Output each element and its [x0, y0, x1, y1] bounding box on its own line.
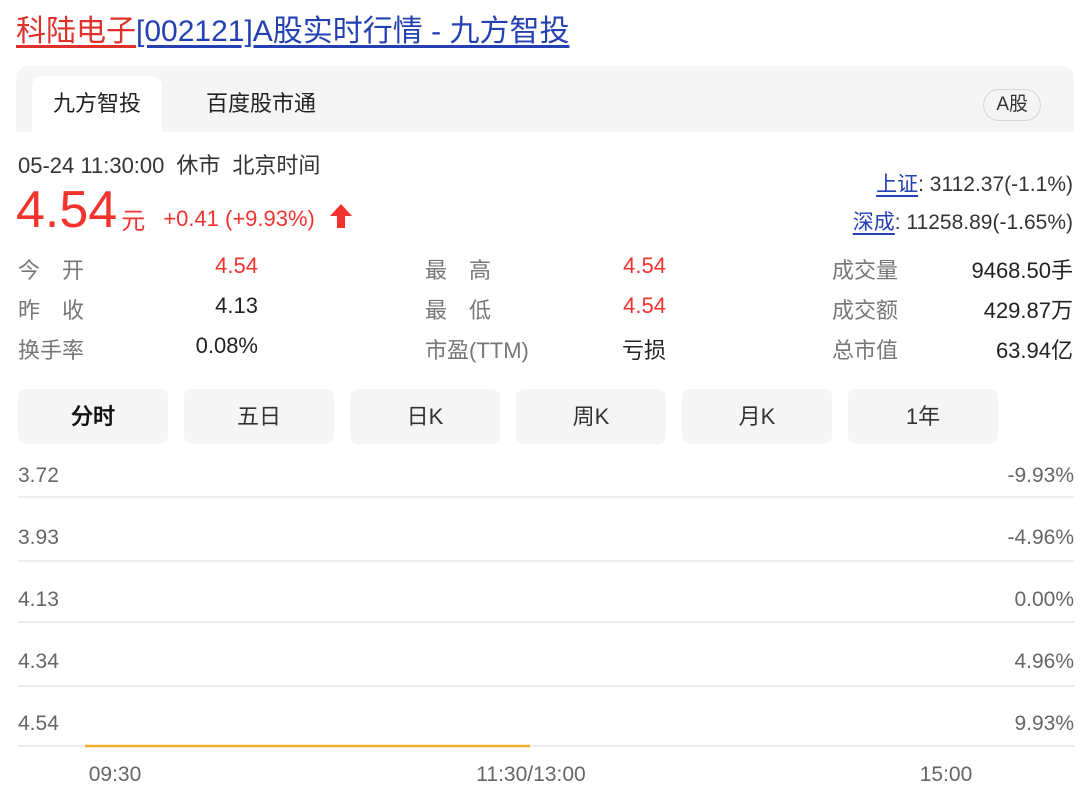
tab-five-day[interactable]: 五日: [184, 389, 334, 444]
amount-label: 成交额: [832, 298, 899, 323]
y-tick-percent: -4.96%: [1007, 526, 1074, 549]
title-link[interactable]: [002121]A股实时行情 - 九方智投: [136, 15, 569, 48]
tab-baidu-stock[interactable]: 百度股市通: [190, 76, 332, 132]
y-tick-price: 4.13: [18, 588, 59, 611]
y-tick-percent: -9.93%: [1007, 464, 1074, 487]
tab-one-year[interactable]: 1年: [848, 389, 998, 444]
x-tick-label: 11:30/13:00: [476, 763, 585, 786]
y-tick-percent: 4.96%: [1014, 650, 1074, 673]
price-unit: 元: [121, 208, 146, 235]
price-block: 4.54 元 +0.41 (+9.93%): [16, 178, 353, 242]
y-tick-price: 3.72: [18, 464, 59, 487]
low-value: 4.54: [623, 293, 666, 318]
pe-label: 市盈(TTM): [425, 338, 529, 363]
index-shenzhen-value: : 11258.89(-1.65%): [894, 211, 1073, 234]
x-tick-label: 09:30: [89, 763, 142, 786]
y-tick-price: 3.93: [18, 526, 59, 549]
timezone-label: 北京时间: [232, 153, 321, 178]
quote-timestamp: 05-24 11:30:00 休市 北京时间: [18, 148, 332, 180]
tab-intraday[interactable]: 分时: [18, 389, 168, 444]
open-value: 4.54: [215, 253, 258, 278]
stock-name-link[interactable]: 科陆电子: [16, 15, 136, 48]
market-badge[interactable]: A股: [983, 89, 1041, 121]
mktcap-value: 63.94亿: [995, 338, 1073, 363]
turnover-value: 0.08%: [195, 333, 258, 358]
high-label: 最 高: [425, 258, 492, 283]
volume-label: 成交量: [832, 258, 899, 283]
current-price: 4.54: [16, 181, 118, 239]
tab-weekly-k[interactable]: 周K: [516, 389, 666, 444]
y-tick-percent: 9.93%: [1014, 712, 1074, 735]
tab-monthly-k[interactable]: 月K: [682, 389, 832, 444]
index-shenzhen: 深成: 11258.89(-1.65%): [853, 206, 1073, 236]
volume-value: 9468.50手: [971, 258, 1073, 283]
mktcap-label: 总市值: [832, 338, 899, 363]
y-tick-price: 4.34: [18, 650, 59, 673]
y-tick-percent: 0.00%: [1014, 588, 1074, 611]
open-label: 今 开: [18, 258, 85, 283]
amount-value: 429.87万: [983, 298, 1073, 323]
x-tick-label: 15:00: [920, 763, 973, 786]
low-label: 最 低: [425, 298, 492, 323]
index-shanghai-value: : 3112.37(-1.1%): [918, 173, 1073, 196]
index-shanghai: 上证: 3112.37(-1.1%): [876, 168, 1073, 198]
price-change: +0.41 (+9.93%): [163, 206, 315, 231]
high-value: 4.54: [623, 253, 666, 278]
prev-close-label: 昨 收: [18, 298, 85, 323]
index-shanghai-link[interactable]: 上证: [876, 173, 918, 196]
arrow-up-icon: [329, 203, 353, 234]
market-state: 休市: [176, 153, 221, 178]
y-tick-price: 4.54: [18, 712, 59, 735]
prev-close-value: 4.13: [215, 293, 258, 318]
intraday-chart[interactable]: 3.72 3.93 4.13 4.34 4.54 -9.93% -4.96% 0.00% 4.9…: [0, 450, 1080, 791]
source-tabbar: 九方智投 百度股市通 A股: [16, 66, 1074, 132]
page-title[interactable]: 科陆电子[002121]A股实时行情 - 九方智投: [16, 10, 569, 54]
index-shenzhen-link[interactable]: 深成: [853, 211, 895, 234]
pe-value: 亏损: [621, 338, 666, 363]
turnover-label: 换手率: [18, 338, 85, 363]
tab-jiufang[interactable]: 九方智投: [32, 76, 162, 132]
datetime-text: 05-24 11:30:00: [18, 153, 165, 178]
tab-daily-k[interactable]: 日K: [350, 389, 500, 444]
